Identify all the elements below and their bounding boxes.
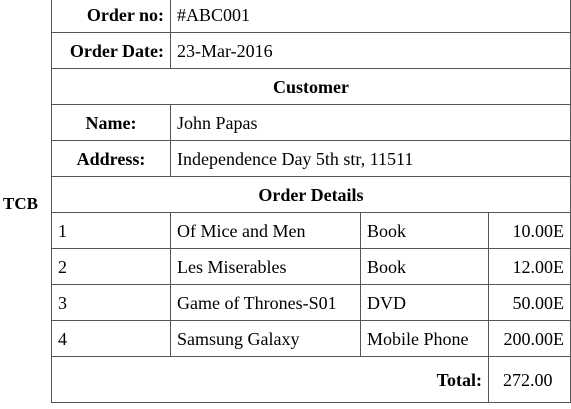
customer-name-row: Name: John Papas bbox=[51, 104, 571, 141]
order-date-label: Order Date: bbox=[51, 32, 171, 69]
customer-name-value: John Papas bbox=[170, 104, 571, 141]
order-date-row: Order Date: 23-Mar-2016 bbox=[51, 32, 571, 69]
item-number: 2 bbox=[51, 248, 171, 285]
customer-name-label: Name: bbox=[51, 104, 171, 141]
item-title: Samsung Galaxy bbox=[170, 320, 361, 357]
table-row: 2 Les Miserables Book 12.00E bbox=[51, 248, 571, 285]
item-price: 50.00E bbox=[488, 284, 571, 321]
details-heading: Order Details bbox=[51, 176, 571, 213]
customer-address-row: Address: Independence Day 5th str, 11511 bbox=[51, 140, 571, 177]
order-number-label: Order no: bbox=[51, 0, 171, 33]
item-price: 200.00E bbox=[488, 320, 571, 357]
order-number-value: #ABC001 bbox=[170, 0, 571, 33]
item-number: 3 bbox=[51, 284, 171, 321]
total-value: 272.00 bbox=[488, 356, 571, 403]
customer-heading-row: Customer bbox=[51, 68, 571, 105]
item-price: 12.00E bbox=[488, 248, 571, 285]
item-title: Of Mice and Men bbox=[170, 212, 361, 249]
item-title: Les Miserables bbox=[170, 248, 361, 285]
item-type: Mobile Phone bbox=[360, 320, 489, 357]
item-type: Book bbox=[360, 212, 489, 249]
item-number: 1 bbox=[51, 212, 171, 249]
table-row: 3 Game of Thrones-S01 DVD 50.00E bbox=[51, 284, 571, 321]
side-label: TCB bbox=[3, 194, 38, 213]
item-number: 4 bbox=[51, 320, 171, 357]
total-row: Total: 272.00 bbox=[51, 356, 571, 403]
table-row: 4 Samsung Galaxy Mobile Phone 200.00E bbox=[51, 320, 571, 357]
order-table-frame: Order no: #ABC001 Order Date: 23-Mar-201… bbox=[51, 0, 571, 409]
details-heading-row: Order Details bbox=[51, 176, 571, 213]
order-date-value: 23-Mar-2016 bbox=[170, 32, 571, 69]
item-type: Book bbox=[360, 248, 489, 285]
order-table: Order no: #ABC001 Order Date: 23-Mar-201… bbox=[51, 0, 571, 403]
customer-address-value: Independence Day 5th str, 11511 bbox=[170, 140, 571, 177]
total-label: Total: bbox=[51, 356, 489, 403]
item-type: DVD bbox=[360, 284, 489, 321]
customer-heading: Customer bbox=[51, 68, 571, 105]
order-number-row: Order no: #ABC001 bbox=[51, 0, 571, 33]
customer-address-label: Address: bbox=[51, 140, 171, 177]
table-row: 1 Of Mice and Men Book 10.00E bbox=[51, 212, 571, 249]
item-price: 10.00E bbox=[488, 212, 571, 249]
item-title: Game of Thrones-S01 bbox=[170, 284, 361, 321]
